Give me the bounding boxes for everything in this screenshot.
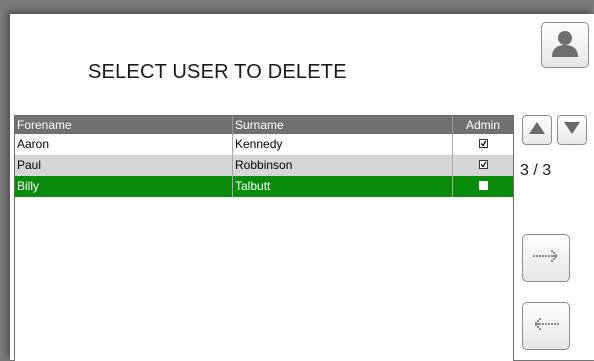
users-table: Forename Surname Admin Aaron Kennedy Pau… (14, 115, 514, 361)
column-header-forename[interactable]: Forename (15, 116, 233, 134)
cell-forename: Paul (15, 155, 233, 176)
back-button[interactable] (522, 302, 570, 350)
user-button[interactable] (541, 22, 589, 68)
admin-checkbox[interactable] (478, 139, 488, 149)
delete-user-panel: SELECT USER TO DELETE Forename Surname A… (10, 14, 594, 361)
page-title: SELECT USER TO DELETE (88, 61, 347, 83)
scroll-up-button[interactable] (522, 115, 552, 145)
cell-admin (453, 176, 513, 197)
cell-forename: Billy (15, 176, 233, 197)
scroll-down-button[interactable] (557, 115, 587, 145)
triangle-up-icon (528, 121, 546, 140)
cell-surname: Kennedy (233, 134, 453, 155)
next-button[interactable] (522, 234, 570, 282)
dotted-arrow-right-icon (532, 249, 560, 268)
checkmark-icon (480, 161, 486, 168)
cell-admin (453, 155, 513, 176)
column-header-admin[interactable]: Admin (453, 116, 513, 134)
table-header: Forename Surname Admin (15, 116, 513, 134)
cell-forename: Aaron (15, 134, 233, 155)
cell-surname: Talbutt (233, 176, 453, 197)
column-header-surname[interactable]: Surname (233, 116, 453, 134)
checkmark-icon (480, 140, 486, 147)
admin-checkbox[interactable] (478, 160, 488, 170)
cell-admin (453, 134, 513, 155)
table-row-selected[interactable]: Billy Talbutt (15, 176, 513, 197)
admin-checkbox[interactable] (478, 181, 488, 191)
table-row[interactable]: Aaron Kennedy (15, 134, 513, 155)
table-row[interactable]: Paul Robbinson (15, 155, 513, 176)
user-silhouette-icon (549, 27, 581, 64)
dotted-arrow-left-icon (532, 317, 560, 336)
triangle-down-icon (563, 121, 581, 140)
page-indicator: 3 / 3 (520, 162, 552, 179)
cell-surname: Robbinson (233, 155, 453, 176)
